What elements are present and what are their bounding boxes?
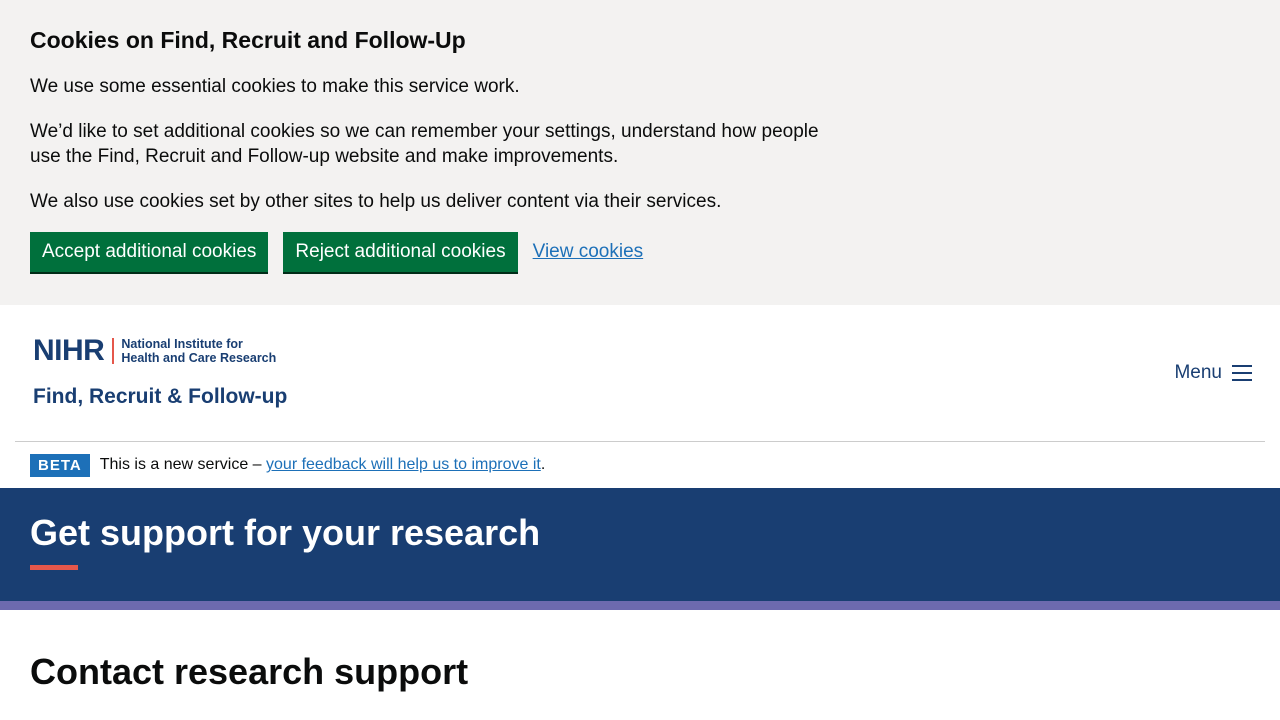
title-accent-bar — [30, 565, 78, 570]
logo-nihr-text: NIHR — [33, 334, 105, 367]
cookie-banner: Cookies on Find, Recruit and Follow-Up W… — [0, 0, 1280, 305]
logo-mark: NIHR National Institute for Health and C… — [33, 333, 283, 369]
section-heading: Contact research support — [30, 651, 469, 692]
beta-tag: BETA — [30, 453, 90, 477]
cookie-banner-title: Cookies on Find, Recruit and Follow-Up — [30, 27, 466, 53]
page-title: Get support for your research — [30, 512, 541, 553]
site-header: NIHR National Institute for Health and C… — [0, 305, 1280, 441]
view-cookies-link[interactable]: View cookies — [533, 241, 644, 263]
phase-banner-text: This is a new service – — [99, 456, 267, 473]
phase-banner: BETA This is a new service – your feedba… — [0, 442, 1280, 488]
menu-button[interactable]: Menu — [1174, 362, 1252, 384]
phase-banner-suffix: . — [540, 456, 546, 473]
cookie-actions: Accept additional cookies Reject additio… — [30, 232, 1250, 272]
service-name: Find, Recruit & Follow-up — [33, 385, 288, 408]
logo-institute-line1: National Institute for — [121, 337, 243, 351]
main-content: Contact research support — [0, 610, 1280, 696]
cookie-text-additional: We’d like to set additional cookies so w… — [30, 121, 819, 167]
nihr-logo[interactable]: NIHR National Institute for Health and C… — [33, 333, 288, 409]
feedback-link[interactable]: your feedback will help us to improve it — [266, 456, 541, 474]
reject-cookies-button[interactable]: Reject additional cookies — [283, 232, 518, 272]
logo-divider — [112, 338, 115, 364]
logo-institute-name: National Institute for Health and Care R… — [121, 337, 276, 365]
logo-institute-line2: Health and Care Research — [121, 351, 277, 365]
hero-stripe — [0, 601, 1280, 610]
cookie-text-essential: We use some essential cookies to make th… — [30, 76, 520, 97]
accept-cookies-button[interactable]: Accept additional cookies — [30, 232, 269, 272]
hamburger-icon — [1232, 365, 1252, 381]
hero-banner: Get support for your research — [0, 488, 1280, 601]
cookie-text-third-party: We also use cookies set by other sites t… — [30, 191, 722, 212]
menu-label: Menu — [1174, 362, 1222, 383]
